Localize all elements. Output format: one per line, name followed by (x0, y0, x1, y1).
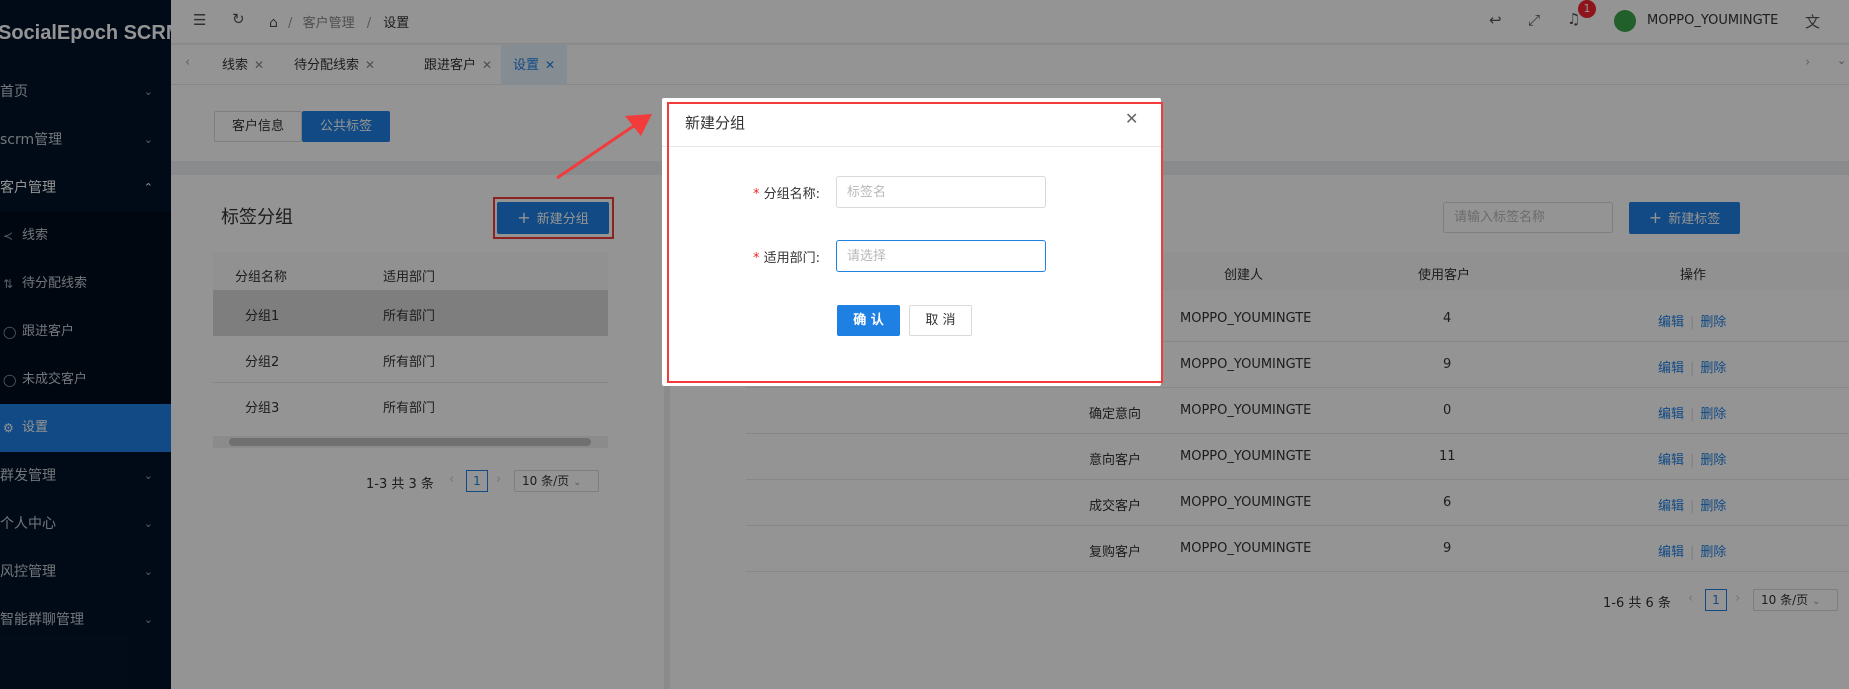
highlight-box (667, 102, 1163, 383)
